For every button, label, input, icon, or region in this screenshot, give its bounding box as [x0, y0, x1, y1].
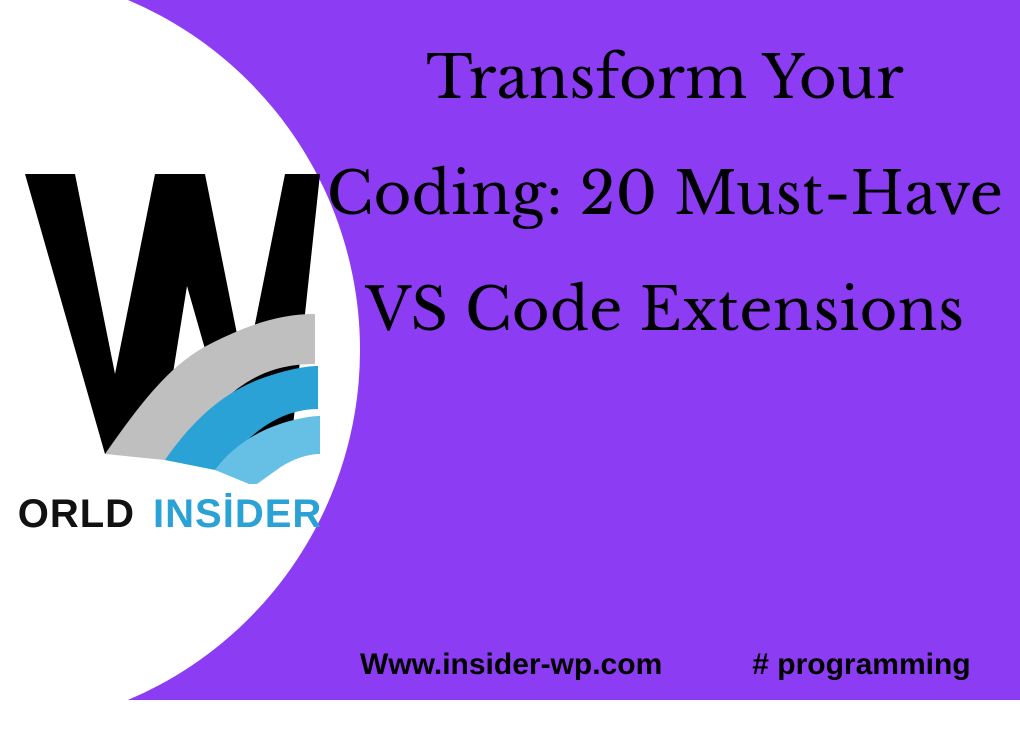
brand-name-part1: ORLD	[18, 492, 135, 536]
banner-canvas: ORLD INSİDER Transform Your Coding: 20 Mu…	[0, 0, 1020, 700]
site-url: Www.insider-wp.com	[360, 648, 662, 682]
brand-logo: ORLD INSİDER	[0, 120, 340, 580]
hashtag: # programming	[752, 648, 970, 682]
headline-text: Transform Your Coding: 20 Must-Have VS C…	[320, 20, 1010, 368]
brand-name-part2: INSİDER	[153, 492, 322, 536]
brand-name: ORLD INSİDER	[18, 492, 323, 537]
logo-mark-icon	[20, 164, 320, 484]
footer-bar: Www.insider-wp.com # programming	[0, 648, 1020, 682]
